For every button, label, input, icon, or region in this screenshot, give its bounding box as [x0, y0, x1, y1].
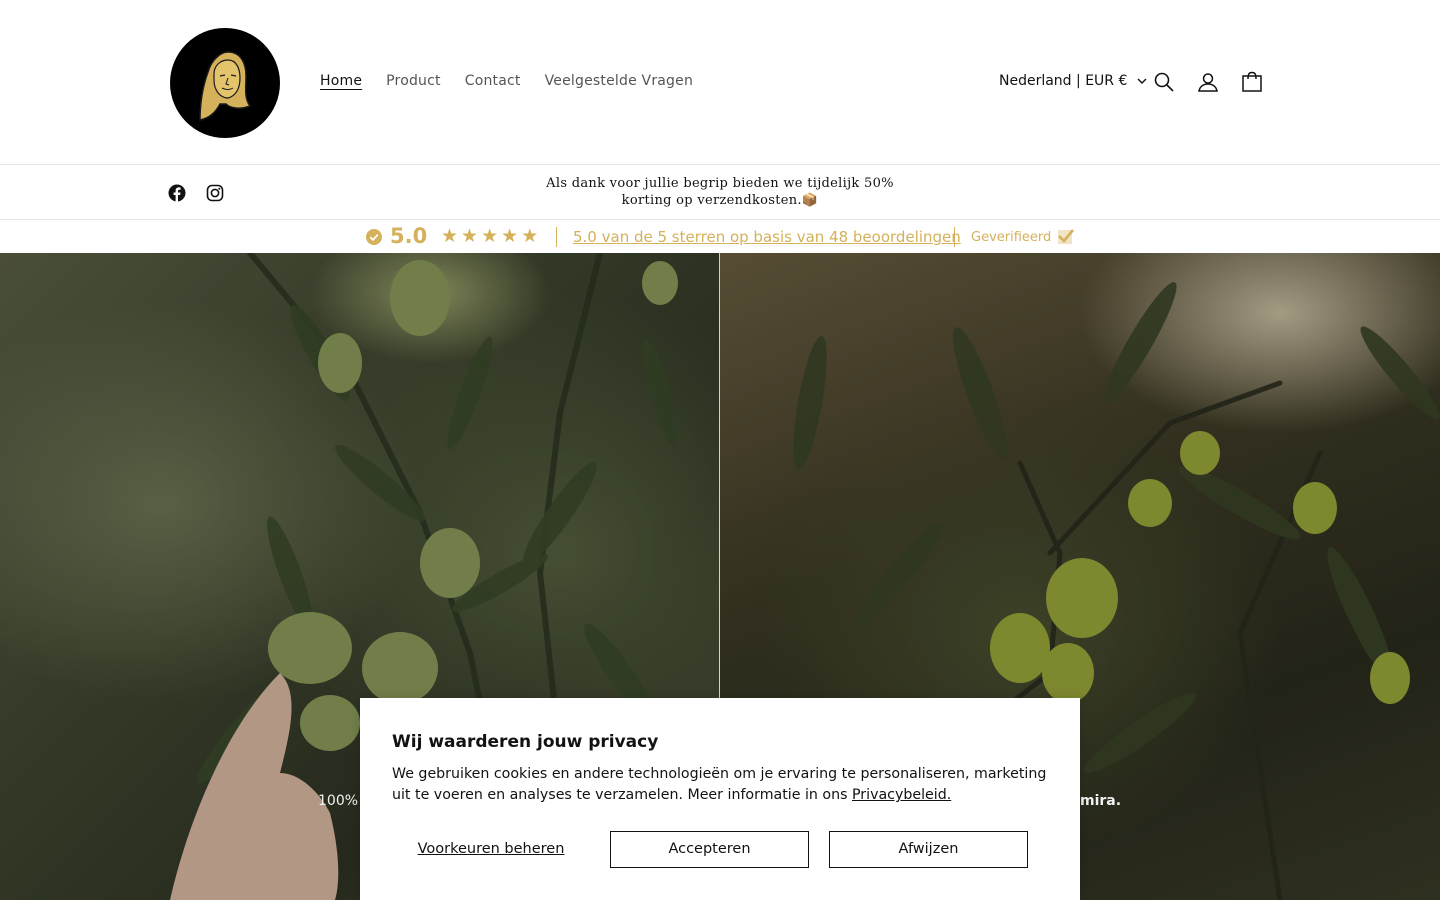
- account-icon[interactable]: [1197, 71, 1219, 93]
- privacy-policy-link[interactable]: Privacybeleid.: [852, 787, 951, 803]
- site-header: Home Product Contact Veelgestelde Vragen…: [0, 0, 1440, 165]
- verified-badge-icon: [1058, 229, 1074, 244]
- announcement-text: Als dank voor jullie begrip bieden we ti…: [546, 176, 894, 208]
- accept-cookies-button[interactable]: Accepteren: [610, 831, 809, 868]
- cookie-consent-banner: Wij waarderen jouw privacy We gebruiken …: [360, 698, 1080, 900]
- divider: [556, 227, 557, 247]
- hero-caption-right: mira.: [1080, 793, 1122, 809]
- nav-home[interactable]: Home: [320, 73, 362, 89]
- star-icon: ★: [521, 225, 539, 247]
- star-icon: ★: [441, 225, 459, 247]
- cookie-banner-body: We gebruiken cookies en andere technolog…: [392, 764, 1052, 806]
- announcement-bar: Als dank voor jullie begrip bieden we ti…: [0, 166, 1440, 220]
- nav-product[interactable]: Product: [386, 73, 441, 89]
- check-circle-icon: [366, 229, 382, 245]
- search-icon[interactable]: [1153, 71, 1175, 93]
- hero-caption-left: 100%: [318, 793, 359, 809]
- main-nav: Home Product Contact Veelgestelde Vragen: [320, 73, 717, 89]
- cookie-banner-title: Wij waarderen jouw privacy: [392, 732, 659, 752]
- star-icon: ★: [461, 225, 479, 247]
- reviews-bar: 5.0 ★ ★ ★ ★ ★ 5.0 van de 5 sterren op ba…: [0, 221, 1440, 253]
- reject-cookies-button[interactable]: Afwijzen: [829, 831, 1028, 868]
- review-score: 5.0: [390, 224, 428, 248]
- verified-label: Geverifieerd: [971, 230, 1052, 245]
- facebook-icon[interactable]: [168, 184, 186, 202]
- country-selector-label: Nederland | EUR €: [999, 73, 1128, 89]
- star-icon: ★: [481, 225, 499, 247]
- manage-preferences-button[interactable]: Voorkeuren beheren: [392, 831, 590, 868]
- logo-woman-icon: [199, 51, 252, 121]
- nav-faq[interactable]: Veelgestelde Vragen: [545, 73, 693, 89]
- nav-contact[interactable]: Contact: [465, 73, 521, 89]
- review-stars: ★ ★ ★ ★ ★: [441, 227, 538, 246]
- chevron-down-icon: [1137, 78, 1147, 84]
- brand-logo[interactable]: [170, 28, 280, 138]
- cart-icon[interactable]: [1241, 71, 1263, 93]
- instagram-icon[interactable]: [206, 184, 224, 202]
- divider: [954, 227, 955, 247]
- star-icon: ★: [501, 225, 519, 247]
- reviews-summary-link[interactable]: 5.0 van de 5 sterren op basis van 48 beo…: [573, 228, 961, 246]
- country-selector[interactable]: Nederland | EUR €: [999, 73, 1147, 89]
